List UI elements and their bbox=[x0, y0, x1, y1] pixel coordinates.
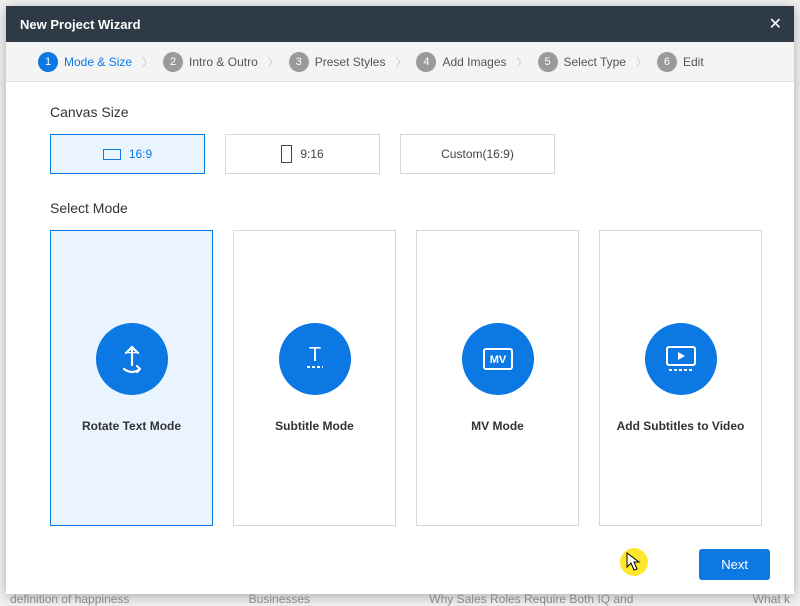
chevron-right-icon: 〉 bbox=[395, 54, 406, 70]
mode-subtitle[interactable]: T Subtitle Mode bbox=[233, 230, 396, 526]
background-peek-text: definition of happiness Businesses Why S… bbox=[0, 592, 800, 606]
svg-text:MV: MV bbox=[489, 354, 506, 366]
canvas-option-9-16[interactable]: 9:16 bbox=[225, 134, 380, 174]
step-edit[interactable]: 6 Edit bbox=[657, 52, 704, 72]
wizard-footer: Next bbox=[6, 534, 794, 594]
step-number: 2 bbox=[163, 52, 183, 72]
canvas-option-custom[interactable]: Custom(16:9) bbox=[400, 134, 555, 174]
mode-options: T Rotate Text Mode T Subtitle Mode MV MV… bbox=[50, 230, 762, 526]
step-number: 4 bbox=[416, 52, 436, 72]
mode-add-subtitles-video[interactable]: Add Subtitles to Video bbox=[599, 230, 762, 526]
step-intro-outro[interactable]: 2 Intro & Outro bbox=[163, 52, 258, 72]
step-label: Mode & Size bbox=[64, 55, 132, 69]
canvas-option-label: 9:16 bbox=[300, 147, 323, 161]
chevron-right-icon: 〉 bbox=[517, 54, 528, 70]
step-number: 3 bbox=[289, 52, 309, 72]
close-icon[interactable]: ✕ bbox=[769, 14, 782, 34]
mode-label: Add Subtitles to Video bbox=[609, 419, 753, 433]
chevron-right-icon: 〉 bbox=[268, 54, 279, 70]
step-number: 6 bbox=[657, 52, 677, 72]
mv-icon: MV bbox=[462, 323, 534, 395]
canvas-option-16-9[interactable]: 16:9 bbox=[50, 134, 205, 174]
chevron-right-icon: 〉 bbox=[142, 54, 153, 70]
canvas-option-label: Custom(16:9) bbox=[441, 147, 514, 161]
step-label: Edit bbox=[683, 55, 704, 69]
step-label: Add Images bbox=[442, 55, 506, 69]
mode-mv[interactable]: MV MV Mode bbox=[416, 230, 579, 526]
svg-text:T: T bbox=[127, 350, 137, 367]
canvas-size-options: 16:9 9:16 Custom(16:9) bbox=[50, 134, 762, 174]
step-preset-styles[interactable]: 3 Preset Styles bbox=[289, 52, 386, 72]
step-label: Select Type bbox=[564, 55, 626, 69]
subtitle-icon: T bbox=[279, 323, 351, 395]
next-button[interactable]: Next bbox=[699, 549, 770, 580]
mode-label: MV Mode bbox=[463, 419, 532, 433]
canvas-option-label: 16:9 bbox=[129, 147, 152, 161]
mode-label: Subtitle Mode bbox=[267, 419, 362, 433]
svg-text:T: T bbox=[308, 344, 320, 366]
mode-label: Rotate Text Mode bbox=[74, 419, 189, 433]
step-bar: 1 Mode & Size 〉 2 Intro & Outro 〉 3 Pres… bbox=[6, 42, 794, 82]
step-label: Preset Styles bbox=[315, 55, 386, 69]
step-select-type[interactable]: 5 Select Type bbox=[538, 52, 626, 72]
video-subtitle-icon bbox=[645, 323, 717, 395]
step-add-images[interactable]: 4 Add Images bbox=[416, 52, 506, 72]
mode-rotate-text[interactable]: T Rotate Text Mode bbox=[50, 230, 213, 526]
window-title: New Project Wizard bbox=[20, 17, 141, 32]
step-number: 5 bbox=[538, 52, 558, 72]
chevron-right-icon: 〉 bbox=[636, 54, 647, 70]
wizard-dialog: New Project Wizard ✕ 1 Mode & Size 〉 2 I… bbox=[6, 6, 794, 594]
step-label: Intro & Outro bbox=[189, 55, 258, 69]
rotate-text-icon: T bbox=[96, 323, 168, 395]
wizard-content: Canvas Size 16:9 9:16 Custom(16:9) Selec… bbox=[6, 82, 794, 534]
step-number: 1 bbox=[38, 52, 58, 72]
step-mode-size[interactable]: 1 Mode & Size bbox=[38, 52, 132, 72]
canvas-size-heading: Canvas Size bbox=[50, 104, 762, 120]
aspect-9-16-icon bbox=[281, 145, 292, 163]
aspect-16-9-icon bbox=[103, 149, 121, 160]
titlebar: New Project Wizard ✕ bbox=[6, 6, 794, 42]
select-mode-heading: Select Mode bbox=[50, 200, 762, 216]
